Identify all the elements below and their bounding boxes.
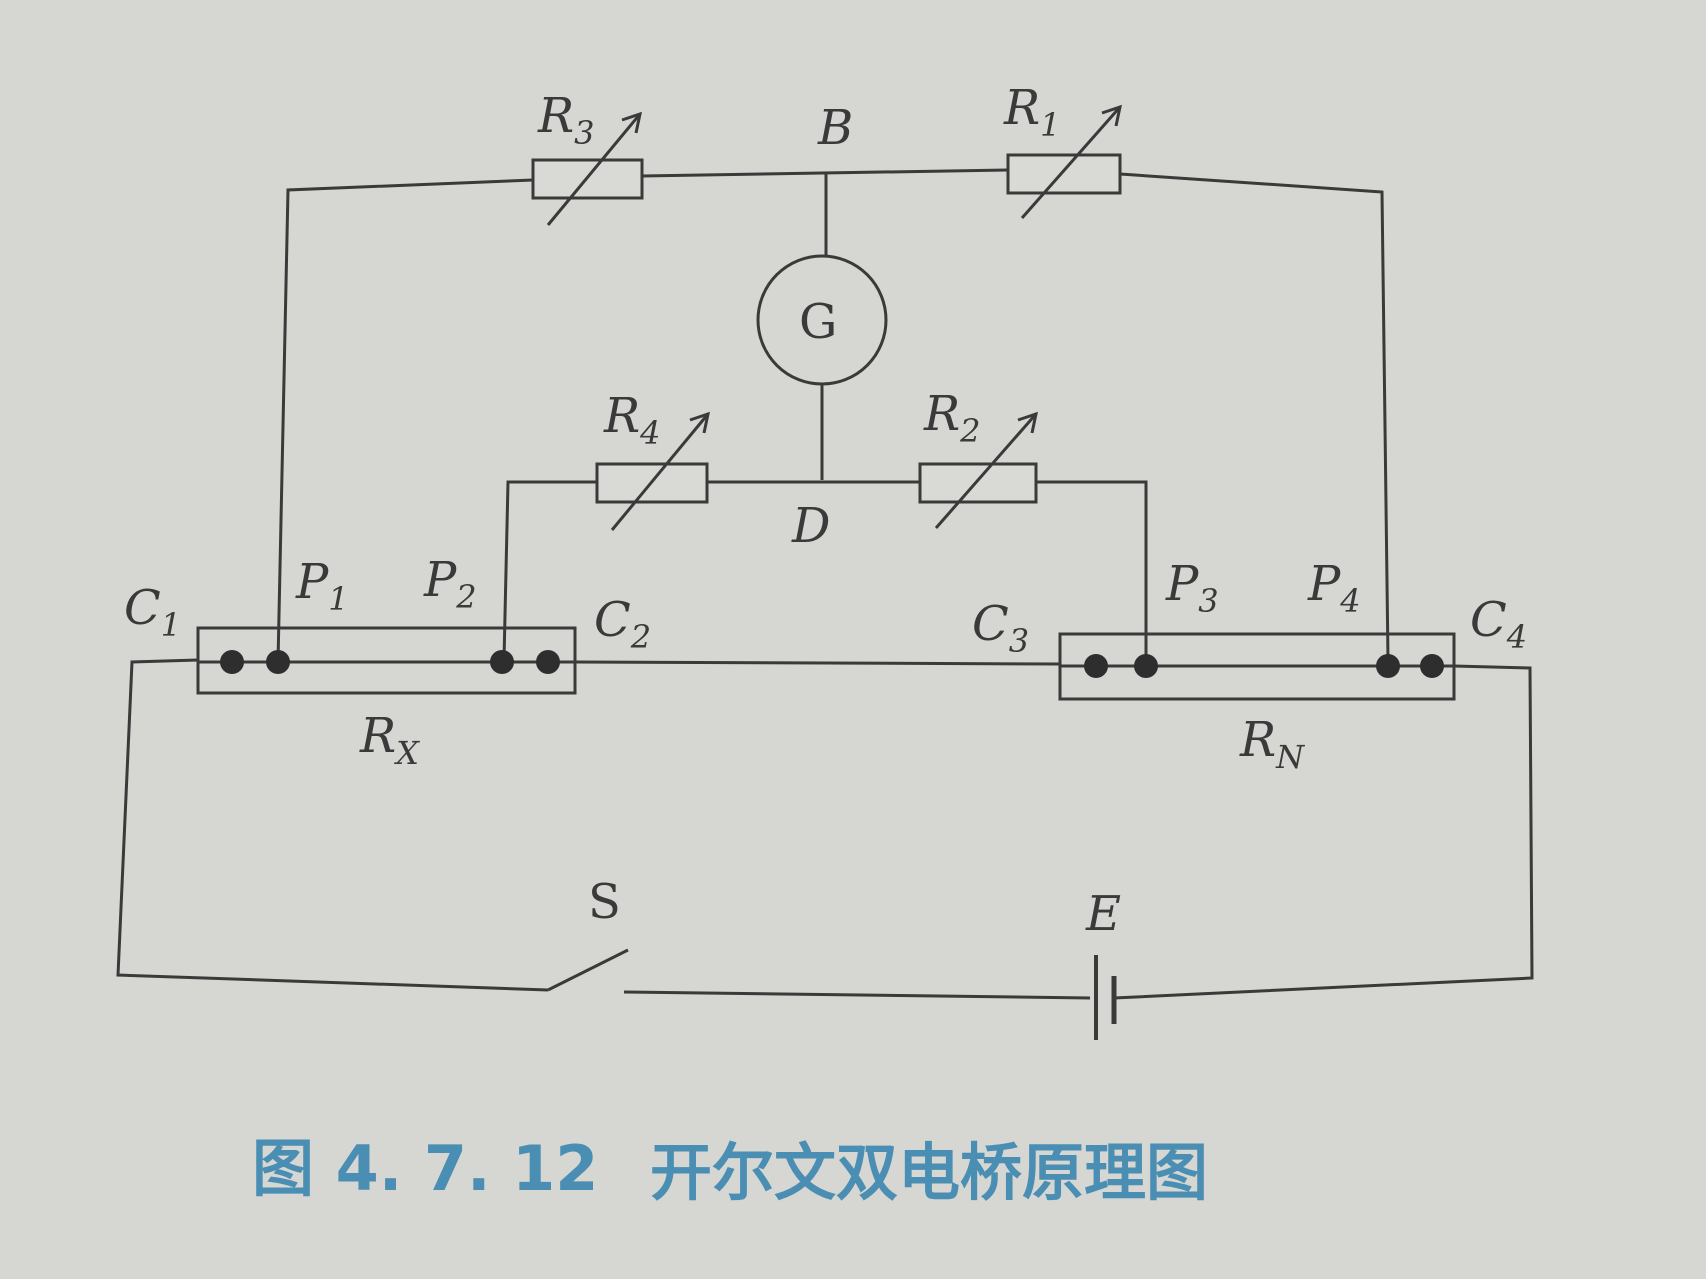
label-r2: R2 [923, 386, 981, 450]
label-c1: C1 [124, 580, 181, 644]
terminal-p4 [1376, 654, 1400, 678]
wire-supply-bottom [623, 990, 1091, 1000]
label-p4: P4 [1307, 556, 1361, 620]
label-rn: RN [1239, 712, 1305, 776]
resistor-r2 [918, 462, 1038, 504]
label-b: B [817, 100, 853, 156]
terminal-c2 [536, 650, 560, 674]
circuit-diagram: R3 R1 B G R4 R2 D C1 P1 P2 C2 C3 P3 P4 C… [116, 80, 1534, 1209]
figure-title: 开尔文双电桥原理图 [650, 1136, 1208, 1209]
label-s: S [588, 874, 621, 930]
label-c3: C3 [972, 596, 1029, 660]
terminal-p1 [266, 650, 290, 674]
label-r1: R1 [1003, 80, 1061, 144]
terminal-p2 [490, 650, 514, 674]
switch-s-blade [547, 948, 629, 992]
kelvin-double-bridge-figure: R3 R1 B G R4 R2 D C1 P1 P2 C2 C3 P3 P4 C… [0, 0, 1706, 1279]
label-e: E [1085, 886, 1121, 942]
terminal-c1 [220, 650, 244, 674]
label-p3: P3 [1165, 556, 1219, 620]
wire-supply-right [1113, 664, 1534, 1000]
label-p1: P1 [295, 554, 349, 618]
label-d: D [791, 498, 830, 554]
label-c2: C2 [594, 592, 651, 656]
wire-p2-up [502, 480, 597, 661]
wire-c2-c3 [574, 660, 1061, 666]
label-g: G [799, 294, 837, 350]
label-r3: R3 [537, 88, 595, 152]
wire-supply-left [116, 658, 549, 992]
terminal-p3 [1134, 654, 1158, 678]
label-p2: P2 [423, 552, 477, 616]
terminal-c4 [1420, 654, 1444, 678]
label-rx: RX [359, 708, 420, 772]
label-c4: C4 [1470, 592, 1527, 656]
figure-number: 图 4. 7. 12 [252, 1132, 598, 1205]
label-r4: R4 [603, 388, 661, 452]
terminal-c3 [1084, 654, 1108, 678]
resistor-r1 [1006, 153, 1122, 195]
